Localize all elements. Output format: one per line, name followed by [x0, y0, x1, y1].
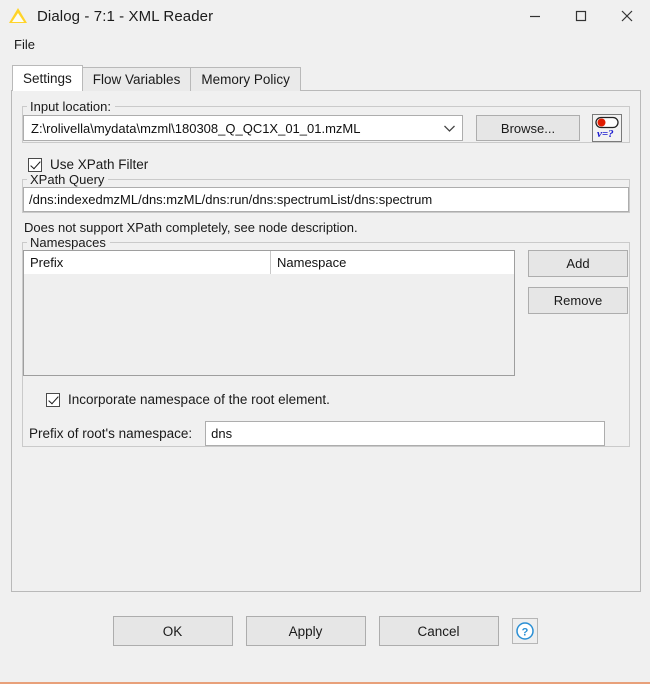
tab-memory-policy[interactable]: Memory Policy	[190, 67, 301, 91]
close-icon	[621, 10, 633, 22]
menu-bar: File	[0, 32, 650, 56]
input-location-combo[interactable]: Z:\rolivella\mydata\mzml\180308_Q_QC1X_0…	[23, 115, 463, 141]
help-circle-icon: ?	[515, 622, 534, 640]
xpath-query-legend: XPath Query	[30, 172, 105, 187]
xpath-query-value: /dns:indexedmzML/dns:mzML/dns:run/dns:sp…	[29, 192, 433, 207]
namespaces-buttons: Add Remove	[528, 250, 628, 314]
maximize-icon	[575, 10, 587, 22]
tab-settings[interactable]: Settings	[12, 65, 83, 91]
input-location-row: Z:\rolivella\mydata\mzml\180308_Q_QC1X_0…	[23, 114, 629, 142]
dialog-footer: OK Apply Cancel ?	[0, 592, 650, 682]
svg-text:v=?: v=?	[597, 128, 614, 140]
incorporate-root-namespace-label: Incorporate namespace of the root elemen…	[68, 392, 330, 407]
root-prefix-row: Prefix of root's namespace: dns	[29, 421, 629, 446]
root-prefix-value: dns	[211, 426, 233, 441]
incorporate-root-namespace-row[interactable]: Incorporate namespace of the root elemen…	[46, 392, 629, 407]
namespaces-row: Prefix Namespace Add Remove	[23, 250, 629, 376]
namespaces-table-header: Prefix Namespace	[24, 251, 514, 274]
use-xpath-filter-checkbox[interactable]	[28, 157, 42, 172]
use-xpath-filter-row[interactable]: Use XPath Filter	[28, 157, 630, 172]
cancel-button[interactable]: Cancel	[378, 616, 499, 646]
warning-triangle-icon	[8, 5, 30, 27]
incorporate-root-namespace-checkbox[interactable]	[46, 392, 60, 407]
menu-item-file[interactable]: File	[10, 35, 39, 54]
tab-strip: Settings Flow Variables Memory Policy	[0, 65, 650, 91]
flow-variable-icon[interactable]: v=?	[592, 114, 622, 142]
dialog-window: Dialog - 7:1 - XML Reader File Settings …	[0, 0, 650, 684]
namespaces-table[interactable]: Prefix Namespace	[23, 250, 515, 376]
maximize-button[interactable]	[558, 1, 604, 31]
use-xpath-filter-label: Use XPath Filter	[50, 157, 149, 172]
help-button[interactable]: ?	[511, 618, 538, 644]
xpath-query-group: XPath Query /dns:indexedmzML/dns:mzML/dn…	[22, 172, 630, 213]
namespaces-table-body[interactable]	[24, 274, 514, 375]
input-location-legend: Input location:	[30, 99, 111, 114]
ok-button[interactable]: OK	[112, 616, 233, 646]
tab-flow-variables[interactable]: Flow Variables	[81, 67, 192, 91]
svg-text:?: ?	[521, 627, 528, 639]
title-bar: Dialog - 7:1 - XML Reader	[0, 0, 650, 32]
input-location-value: Z:\rolivella\mydata\mzml\180308_Q_QC1X_0…	[31, 120, 361, 136]
apply-button[interactable]: Apply	[245, 616, 366, 646]
window-title: Dialog - 7:1 - XML Reader	[37, 7, 214, 25]
namespaces-group: Namespaces Prefix Namespace Add Remove I…	[22, 235, 630, 447]
xpath-query-input[interactable]: /dns:indexedmzML/dns:mzML/dns:run/dns:sp…	[23, 187, 629, 212]
column-header-namespace[interactable]: Namespace	[271, 251, 514, 274]
browse-button[interactable]: Browse...	[476, 115, 580, 141]
settings-panel: Input location: Z:\rolivella\mydata\mzml…	[11, 90, 641, 592]
xpath-query-hint: Does not support XPath completely, see n…	[24, 220, 358, 235]
remove-namespace-button[interactable]: Remove	[528, 287, 628, 314]
root-prefix-input[interactable]: dns	[205, 421, 606, 446]
input-location-group: Input location: Z:\rolivella\mydata\mzml…	[22, 99, 630, 143]
root-prefix-label: Prefix of root's namespace:	[29, 426, 193, 441]
chevron-down-icon[interactable]	[440, 124, 458, 133]
minimize-icon	[530, 15, 540, 18]
column-header-prefix[interactable]: Prefix	[24, 251, 271, 274]
add-namespace-button[interactable]: Add	[528, 250, 628, 277]
close-button[interactable]	[604, 1, 650, 31]
minimize-button[interactable]	[512, 1, 558, 31]
namespaces-legend: Namespaces	[30, 235, 106, 250]
